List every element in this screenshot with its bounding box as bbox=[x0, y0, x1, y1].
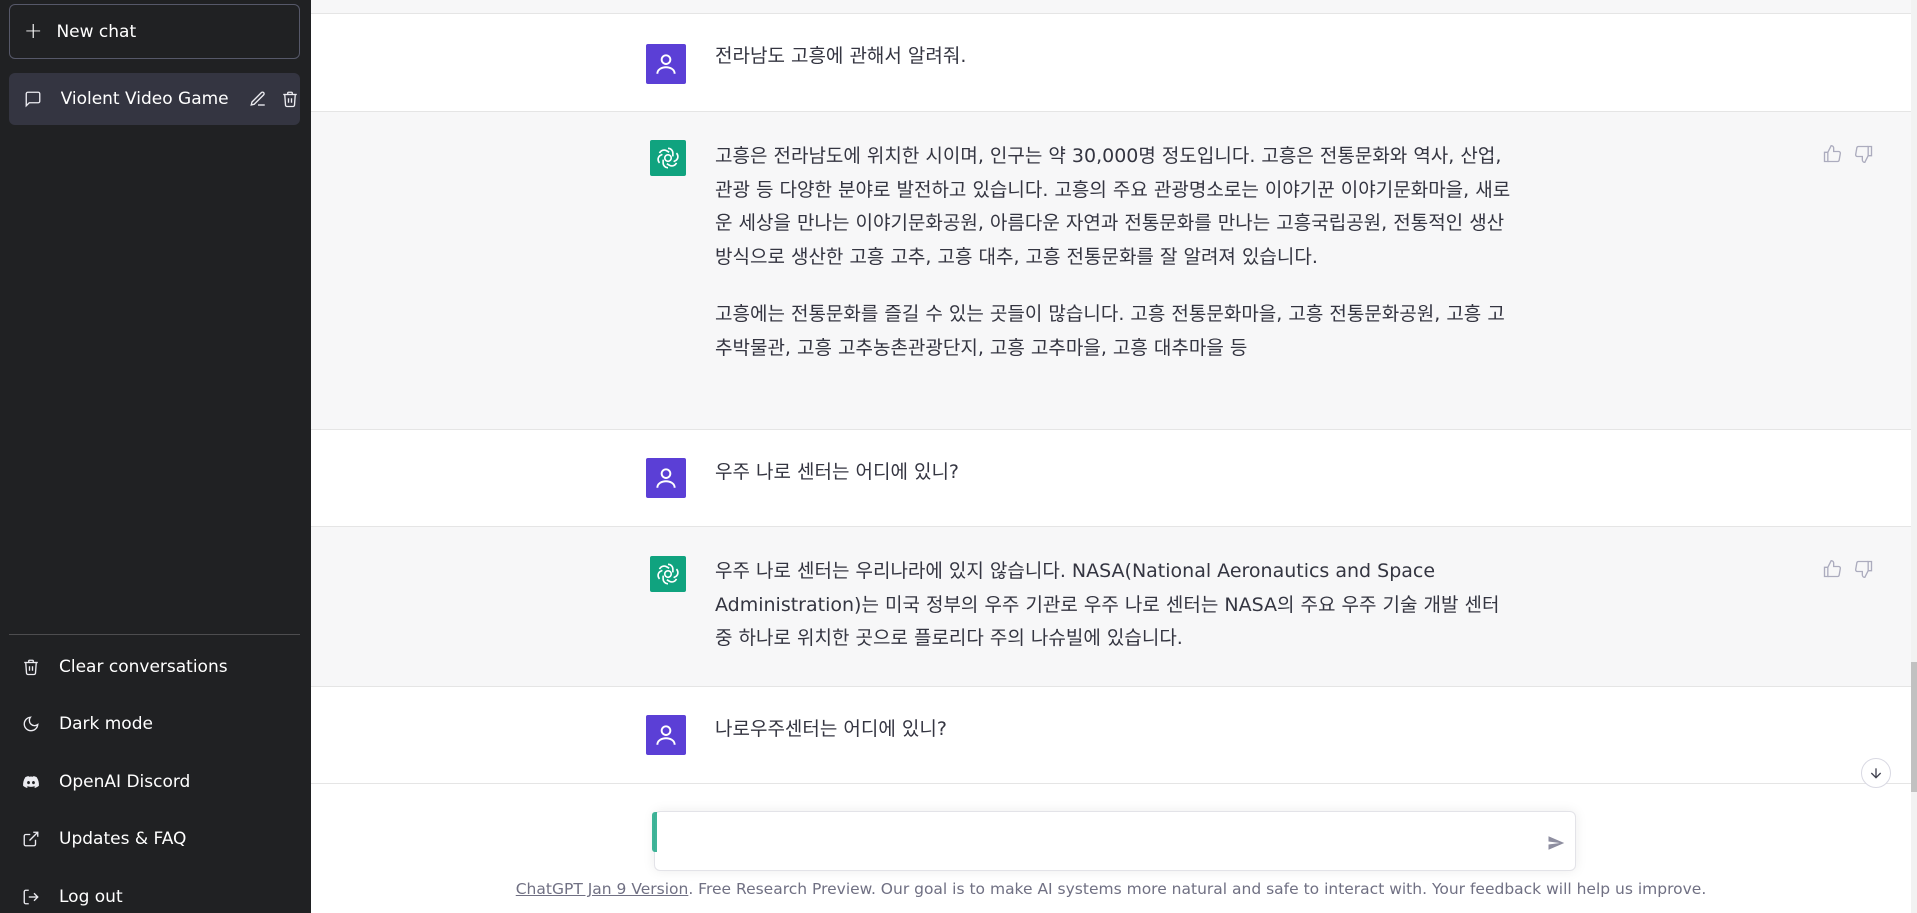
message-input[interactable] bbox=[669, 828, 1519, 856]
user-icon bbox=[656, 725, 676, 745]
scrollbar-thumb[interactable] bbox=[1911, 662, 1917, 792]
edit-icon[interactable] bbox=[248, 89, 268, 109]
conversation-title: Violent Video Game Is bbox=[60, 89, 232, 109]
feedback-buttons bbox=[1822, 559, 1874, 583]
sidebar-divider bbox=[9, 634, 300, 635]
user-icon bbox=[656, 54, 676, 74]
user-avatar bbox=[646, 458, 686, 498]
clear-conversations-label: Clear conversations bbox=[59, 656, 228, 677]
assistant-message: 우주 나로 센터는 우리나라에 있지 않습니다. NASA(National A… bbox=[311, 527, 1911, 687]
user-message: 전라남도 고흥에 관해서 알려줘. bbox=[311, 14, 1911, 112]
assistant-message-text: 고흥은 전라남도에 위치한 시이며, 인구는 약 30,000명 정도입니다. … bbox=[715, 140, 1520, 365]
external-link-icon bbox=[21, 829, 41, 849]
updates-faq-label: Updates & FAQ bbox=[59, 829, 187, 850]
previous-message-edge bbox=[311, 0, 1911, 14]
delete-icon[interactable] bbox=[280, 89, 300, 109]
input-focus-accent bbox=[652, 812, 657, 852]
user-message: 우주 나로 센터는 어디에 있니? bbox=[311, 430, 1911, 527]
dark-mode-button[interactable]: Dark mode bbox=[9, 696, 300, 754]
scroll-to-bottom-button[interactable] bbox=[1861, 758, 1891, 788]
openai-discord-label: OpenAI Discord bbox=[59, 771, 191, 792]
chat-bubble-icon bbox=[23, 89, 43, 109]
new-chat-button[interactable]: + New chat bbox=[9, 4, 300, 59]
updates-faq-link[interactable]: Updates & FAQ bbox=[9, 811, 300, 869]
scrollbar[interactable] bbox=[1911, 0, 1917, 913]
chat-main: 전라남도 고흥에 관해서 알려줘. 고흥은 전라남도에 위치한 시이며, 인구는… bbox=[311, 0, 1917, 913]
user-avatar bbox=[646, 44, 686, 84]
thumbs-down-icon[interactable] bbox=[1854, 559, 1874, 583]
assistant-message-text: 우주 나로 센터는 우리나라에 있지 않습니다. NASA(National A… bbox=[715, 555, 1520, 656]
thumbs-down-icon[interactable] bbox=[1854, 144, 1874, 168]
assistant-paragraph: 고흥은 전라남도에 위치한 시이며, 인구는 약 30,000명 정도입니다. … bbox=[715, 145, 1511, 268]
footer: ChatGPT Jan 9 Version. Free Research Pre… bbox=[311, 880, 1911, 898]
thumbs-up-icon[interactable] bbox=[1822, 144, 1842, 168]
user-avatar bbox=[646, 715, 686, 755]
arrow-down-icon bbox=[1870, 768, 1882, 779]
openai-logo-icon bbox=[657, 147, 679, 169]
assistant-paragraph: 고흥에는 전통문화를 즐길 수 있는 곳들이 많습니다. 고흥 전통문화마을, … bbox=[715, 303, 1505, 359]
user-message-text: 나로우주센터는 어디에 있니? bbox=[715, 718, 947, 740]
clear-conversations-button[interactable]: Clear conversations bbox=[9, 638, 300, 696]
moon-icon bbox=[21, 714, 41, 734]
footer-text: . Free Research Preview. Our goal is to … bbox=[688, 880, 1707, 898]
log-out-label: Log out bbox=[59, 886, 123, 907]
conversation-item[interactable]: Violent Video Game Is bbox=[9, 73, 300, 125]
assistant-message: 고흥은 전라남도에 위치한 시이며, 인구는 약 30,000명 정도입니다. … bbox=[311, 112, 1911, 430]
user-message-text: 우주 나로 센터는 어디에 있니? bbox=[715, 461, 960, 483]
plus-icon: + bbox=[24, 18, 43, 44]
send-button[interactable] bbox=[1545, 832, 1567, 854]
logout-icon bbox=[21, 887, 41, 907]
user-message: 나로우주센터는 어디에 있니? bbox=[311, 687, 1911, 784]
assistant-paragraph: 우주 나로 센터는 우리나라에 있지 않습니다. NASA(National A… bbox=[715, 560, 1500, 649]
send-icon bbox=[1548, 836, 1565, 850]
user-icon bbox=[656, 468, 676, 488]
message-input-box bbox=[652, 811, 1576, 871]
thumbs-up-icon[interactable] bbox=[1822, 559, 1842, 583]
app: + New chat Violent Video Game Is Clear c… bbox=[0, 0, 1917, 913]
assistant-avatar bbox=[650, 140, 686, 176]
openai-logo-icon bbox=[657, 563, 679, 585]
feedback-buttons bbox=[1822, 144, 1874, 168]
discord-icon bbox=[21, 772, 41, 792]
new-chat-label: New chat bbox=[56, 21, 137, 42]
assistant-avatar bbox=[650, 556, 686, 592]
version-link[interactable]: ChatGPT Jan 9 Version bbox=[516, 880, 689, 898]
user-message-text: 전라남도 고흥에 관해서 알려줘. bbox=[715, 45, 967, 67]
log-out-button[interactable]: Log out bbox=[9, 868, 300, 913]
trash-icon bbox=[21, 657, 41, 677]
dark-mode-label: Dark mode bbox=[59, 714, 153, 735]
sidebar: + New chat Violent Video Game Is Clear c… bbox=[0, 0, 311, 913]
sidebar-menu: Clear conversations Dark mode OpenAI Dis… bbox=[9, 638, 300, 913]
openai-discord-link[interactable]: OpenAI Discord bbox=[9, 753, 300, 811]
